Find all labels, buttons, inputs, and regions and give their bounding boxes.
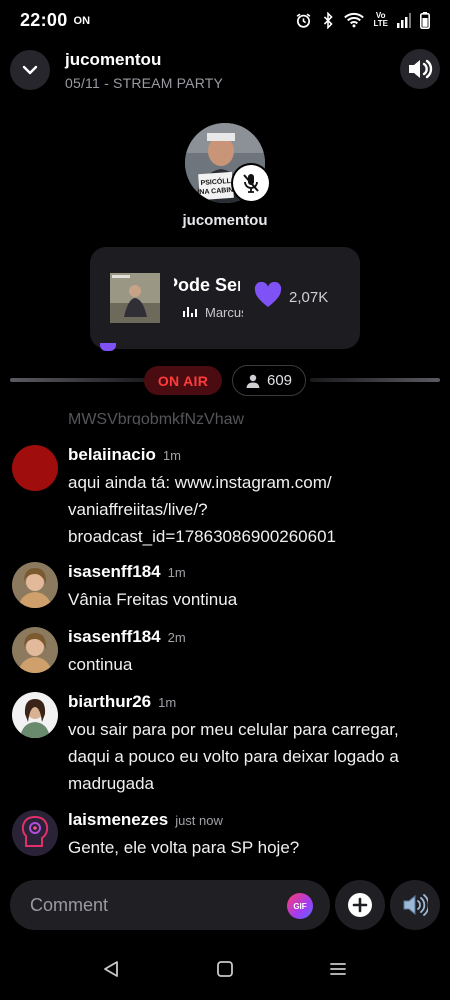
on-air-badge: ON AIR [144,366,222,395]
divider-right [310,378,440,382]
chat-username[interactable]: isasenff184 [68,627,161,647]
mute-badge [233,165,269,201]
volte-bottom: LTE [373,19,388,28]
collapse-button[interactable] [10,50,50,90]
equalizer-icon [183,307,197,317]
chat-text: vou sair para por meu celular para carre… [68,720,399,793]
chat-text: continua [68,655,133,674]
home-square-icon [217,961,233,977]
status-bar: 22:00 ON Vo LTE [0,0,450,40]
back-triangle-icon [104,961,118,977]
nav-home-button[interactable] [216,960,234,983]
speaker-icon [409,59,433,79]
now-playing-card[interactable]: Pode Ser Marcus Moretti 2,07K [90,247,360,349]
nav-back-button[interactable] [102,960,120,983]
track-artist: Marcus Moretti [205,304,243,320]
like-count: 2,07K [289,289,329,306]
host-name: jucomentou [182,212,268,229]
chat-text: Vânia Freitas vontinua [68,590,238,609]
bluetooth-icon [321,11,335,29]
page-subtitle: 05/11 - STREAM PARTY [65,75,224,91]
divider-left [10,378,150,382]
wifi-icon [344,12,365,28]
plus-circle-icon [348,893,372,917]
header: jucomentou 05/11 - STREAM PARTY [0,48,450,94]
track-artist-row: Marcus Moretti [183,303,243,321]
chat-list[interactable]: MWSVbrgobmkfNzVhaw belaiinacio 1m aqui a… [0,405,450,875]
cut-off-message: MWSVbrgobmkfNzVhaw [68,411,245,425]
speaker-icon [403,894,428,916]
status-on-indicator: ON [73,15,91,27]
battery-icon [420,11,430,29]
chat-time: just now [175,813,223,828]
page-title: jucomentou [65,50,162,69]
sound-button[interactable] [400,49,440,89]
status-icons: Vo LTE [295,11,430,29]
avatar[interactable] [12,562,58,608]
audio-button[interactable] [390,880,440,930]
chat-time: 1m [167,565,186,580]
chat-username[interactable]: isasenff184 [68,562,161,582]
chat-username[interactable]: biarthur26 [68,692,151,712]
viewer-count: 609 [266,372,293,389]
avatar[interactable] [12,627,58,673]
alarm-icon [295,12,312,29]
add-button[interactable] [335,880,385,930]
comment-input[interactable] [30,880,270,930]
like-button[interactable] [254,281,282,313]
viewer-count-button[interactable]: 609 [232,365,306,396]
mic-off-icon [243,174,259,193]
comment-box: GIF [10,880,330,930]
chevron-down-icon [22,65,38,75]
chat-username[interactable]: laismenezes [68,810,168,830]
track-artwork [110,273,160,323]
gif-button[interactable]: GIF [287,893,313,919]
gif-label: GIF [293,901,307,911]
nav-recents-button[interactable] [329,960,347,983]
chat-time: 2m [167,630,186,645]
chat-text: aqui ainda tá: www.instagram.com/ vaniaf… [68,473,336,546]
status-time: 22:00 [20,9,68,30]
avatar[interactable] [12,445,58,491]
heart-icon [254,281,282,307]
volte-label: Vo LTE [373,12,388,28]
avatar[interactable] [12,810,58,856]
avatar[interactable] [12,692,58,738]
card-indicator [100,343,116,351]
chat-time: 1m [158,695,177,710]
track-title-marquee: Pode Ser [174,275,240,299]
signal-icon [397,12,411,28]
chat-time: 1m [162,448,181,463]
track-title: Pode Ser [174,275,240,295]
person-icon [246,374,260,388]
menu-lines-icon [330,963,346,975]
chat-username[interactable]: belaiinacio [68,445,156,465]
chat-text: Gente, ele volta para SP hoje? [68,838,300,857]
system-nav-bar [0,950,450,990]
